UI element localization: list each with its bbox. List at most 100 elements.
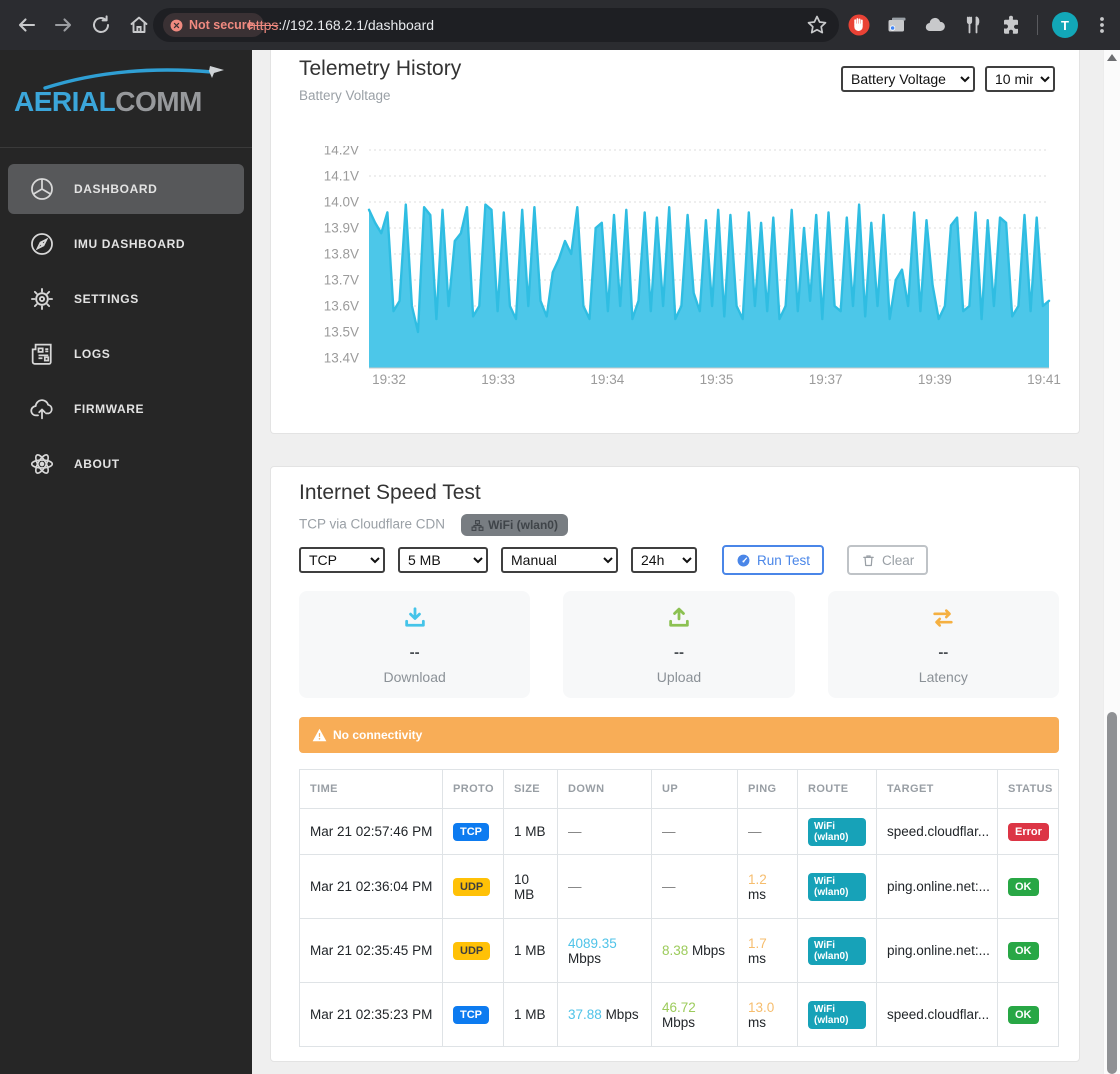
svg-text:19:39: 19:39: [918, 372, 952, 387]
stat-upload: --Upload: [563, 591, 794, 698]
telemetry-subtitle: Battery Voltage: [299, 88, 391, 103]
reload-icon[interactable]: [89, 13, 113, 37]
cell-time: Mar 21 02:57:46 PM: [300, 809, 443, 855]
cell-up: 8.38 Mbps: [652, 919, 738, 983]
upload-icon: [666, 605, 692, 636]
cell-size: 1 MB: [504, 919, 558, 983]
sidebar-item-settings[interactable]: SETTINGS: [8, 274, 244, 324]
cell-down: —: [558, 809, 652, 855]
home-icon[interactable]: [127, 13, 151, 37]
cell-size: 1 MB: [504, 983, 558, 1047]
sidebar-item-label: DASHBOARD: [74, 182, 157, 196]
cell-route: WiFi (wlan0): [798, 983, 877, 1047]
col-header-status: STATUS: [998, 770, 1059, 809]
svg-text:13.4V: 13.4V: [324, 351, 359, 366]
sidebar-item-imu-dashboard[interactable]: IMU DASHBOARD: [8, 219, 244, 269]
page-scrollbar[interactable]: [1103, 50, 1120, 1074]
cloud-icon[interactable]: [923, 13, 947, 37]
route-badge: WiFi (wlan0): [808, 1001, 866, 1029]
sidebar-item-label: ABOUT: [74, 457, 120, 471]
stat-label: Upload: [657, 669, 701, 685]
security-label: Not secure: [189, 18, 254, 32]
main-content: Telemetry History Battery Voltage Batter…: [252, 50, 1120, 1074]
firmware-cloud-icon: [28, 395, 56, 423]
svg-text:13.6V: 13.6V: [324, 299, 359, 314]
run-test-button[interactable]: Run Test: [722, 545, 824, 575]
status-badge: OK: [1008, 942, 1039, 960]
range-select[interactable]: 10 min: [985, 66, 1055, 92]
svg-text:19:34: 19:34: [590, 372, 624, 387]
speedtest-card: Internet Speed Test TCP via Cloudflare C…: [270, 466, 1080, 1062]
proto-badge: TCP: [453, 823, 489, 841]
cell-down: 4089.35 Mbps: [558, 919, 652, 983]
back-icon[interactable]: [14, 13, 38, 37]
results-table-wrap: TIMEPROTOSIZEDOWNUPPINGROUTETARGETSTATUS…: [299, 769, 1059, 1047]
sidebar-item-firmware[interactable]: FIRMWARE: [8, 384, 244, 434]
metric-select[interactable]: Battery Voltage: [841, 66, 975, 92]
cell-target: speed.cloudflar...: [877, 983, 998, 1047]
cell-route: WiFi (wlan0): [798, 855, 877, 919]
protocol-select[interactable]: TCP: [299, 547, 385, 573]
table-row: Mar 21 02:35:23 PMTCP1 MB37.88 Mbps46.72…: [300, 983, 1059, 1047]
battery-voltage-chart: 14.2V14.1V14.0V13.9V13.8V13.7V13.6V13.5V…: [285, 146, 1075, 392]
profile-avatar[interactable]: T: [1052, 12, 1078, 38]
cell-status: OK: [998, 983, 1059, 1047]
table-header-row: TIMEPROTOSIZEDOWNUPPINGROUTETARGETSTATUS: [300, 770, 1059, 809]
cell-target: speed.cloudflar...: [877, 809, 998, 855]
cell-up: —: [652, 809, 738, 855]
menu-kebab-icon[interactable]: [1092, 13, 1112, 37]
svg-text:14.2V: 14.2V: [324, 146, 359, 158]
url-rest: ://192.168.2.1/dashboard: [278, 17, 434, 33]
telemetry-card: Telemetry History Battery Voltage Batter…: [270, 30, 1080, 434]
results-table: TIMEPROTOSIZEDOWNUPPINGROUTETARGETSTATUS…: [299, 769, 1059, 1047]
proto-badge: TCP: [453, 1006, 489, 1024]
mode-select[interactable]: Manual: [501, 547, 618, 573]
svg-text:14.0V: 14.0V: [324, 195, 359, 210]
logo-part1: AERIAL: [14, 86, 115, 117]
speedtest-title: Internet Speed Test: [299, 481, 481, 505]
sidebar-item-logs[interactable]: LOGS: [8, 329, 244, 379]
sidebar-item-dashboard[interactable]: DASHBOARD: [8, 164, 244, 214]
address-bar[interactable]: Not secure https://192.168.2.1/dashboard: [153, 8, 839, 42]
compass-icon: [28, 230, 56, 258]
telemetry-title: Telemetry History: [299, 57, 461, 81]
cell-time: Mar 21 02:35:45 PM: [300, 919, 443, 983]
cell-target: ping.online.net:...: [877, 855, 998, 919]
col-header-time: TIME: [300, 770, 443, 809]
col-header-target: TARGET: [877, 770, 998, 809]
download-icon: [402, 605, 428, 636]
sidebar-item-about[interactable]: ABOUT: [8, 439, 244, 489]
clear-button[interactable]: Clear: [847, 545, 928, 575]
cell-down: 37.88 Mbps: [558, 983, 652, 1047]
bookmark-star-icon[interactable]: [805, 13, 829, 37]
col-header-size: SIZE: [504, 770, 558, 809]
scroll-up-arrow-icon[interactable]: [1107, 54, 1117, 61]
cell-ping: 1.7 ms: [738, 919, 798, 983]
latency-arrows-icon: [930, 605, 956, 636]
scrollbar-thumb[interactable]: [1107, 712, 1117, 1074]
stat-value: --: [410, 644, 420, 661]
svg-text:19:41: 19:41: [1027, 372, 1061, 387]
cell-ping: 13.0 ms: [738, 983, 798, 1047]
cell-size: 1 MB: [504, 809, 558, 855]
svg-text:13.8V: 13.8V: [324, 247, 359, 262]
cell-proto: TCP: [443, 983, 504, 1047]
stat-label: Download: [384, 669, 446, 685]
url-text: https://192.168.2.1/dashboard: [248, 8, 434, 42]
adblock-hand-icon[interactable]: [847, 13, 871, 37]
no-connectivity-banner: No connectivity: [299, 717, 1059, 753]
sidebar-item-label: FIRMWARE: [74, 402, 144, 416]
route-badge: WiFi (wlan0): [808, 873, 866, 901]
utensils-icon[interactable]: [961, 13, 985, 37]
svg-text:13.7V: 13.7V: [324, 273, 359, 288]
col-header-down: DOWN: [558, 770, 652, 809]
size-select[interactable]: 5 MB: [398, 547, 488, 573]
forward-icon[interactable]: [52, 13, 76, 37]
media-window-icon[interactable]: [885, 13, 909, 37]
extensions-puzzle-icon[interactable]: [999, 13, 1023, 37]
svg-text:19:35: 19:35: [700, 372, 734, 387]
timerange-select[interactable]: 24h: [631, 547, 697, 573]
warning-triangle-icon: [312, 728, 327, 742]
dashboard-icon: [28, 175, 56, 203]
route-badge: WiFi (wlan0): [808, 818, 866, 846]
